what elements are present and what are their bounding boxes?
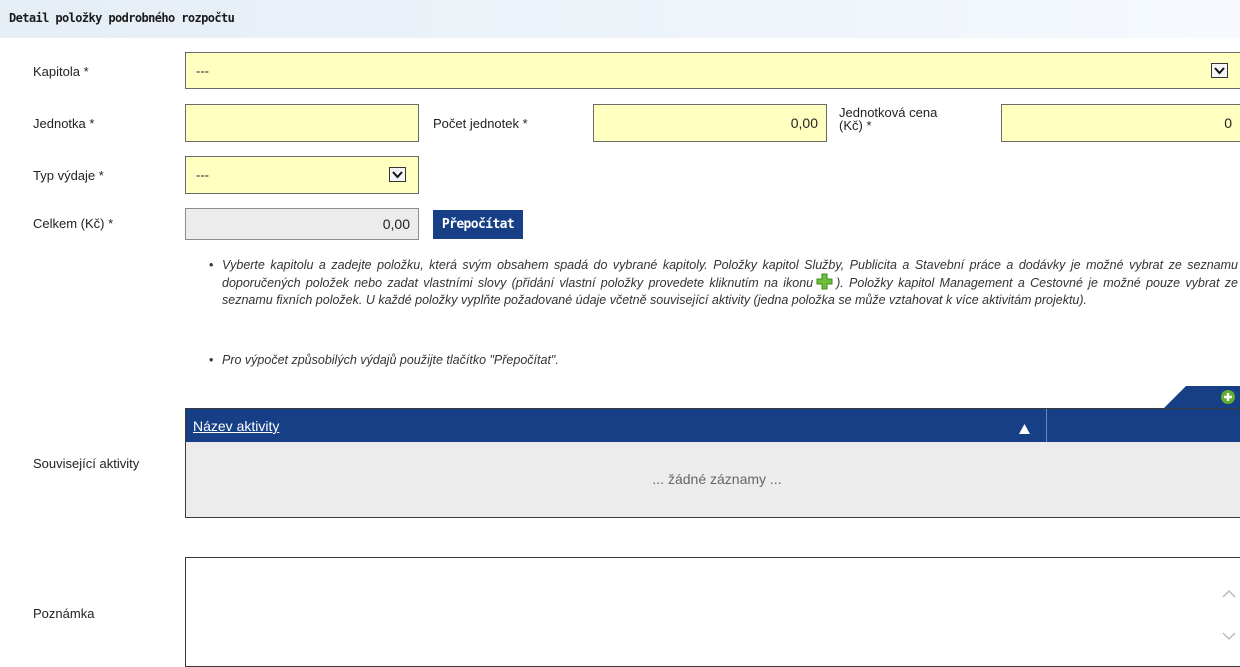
kapitola-value: --- [196, 63, 209, 78]
cena-input[interactable]: 0 [1001, 104, 1240, 142]
aktivity-label: Související aktivity [33, 456, 140, 471]
cena-label-line2: (Kč) * [839, 118, 872, 133]
section-header: Detail položky podrobného rozpočtu [0, 0, 1240, 38]
triangle-up-icon[interactable] [1019, 422, 1030, 437]
grid-header: Název aktivity [186, 409, 1240, 442]
help-list: Vyberte kapitolu a zadejte položku, kter… [209, 258, 1238, 307]
column-nazev-aktivity[interactable]: Název aktivity [193, 418, 279, 434]
pocet-value: 0,00 [790, 115, 818, 131]
jednotka-input[interactable] [185, 104, 419, 142]
celkem-label: Celkem (Kč) * [33, 216, 114, 231]
poznamka-textarea[interactable] [185, 557, 1240, 667]
cena-value: 0 [1224, 115, 1232, 131]
green-plus-icon [816, 273, 833, 294]
help-list-2: Pro výpočet způsobilých výdajů použijte … [209, 353, 1238, 368]
pocet-input[interactable]: 0,00 [593, 104, 827, 142]
help-bullet-1: Vyberte kapitolu a zadejte položku, kter… [209, 258, 1238, 307]
add-activity-tab[interactable] [1164, 386, 1240, 408]
column-separator [1046, 409, 1047, 442]
scroll-up-icon[interactable] [1222, 586, 1236, 601]
chevron-down-icon[interactable] [389, 167, 406, 182]
pocet-label: Počet jednotek * [433, 116, 528, 131]
typ-value: --- [196, 167, 209, 183]
jednotka-label: Jednotka * [33, 116, 95, 131]
chevron-down-icon[interactable] [1211, 63, 1228, 78]
prepocitat-button[interactable]: Přepočítat [433, 210, 523, 239]
help-bullet-2: Pro výpočet způsobilých výdajů použijte … [209, 353, 1238, 368]
celkem-value: 0,00 [382, 216, 410, 232]
section-title: Detail položky podrobného rozpočtu [9, 11, 235, 25]
cena-label: Jednotková cena (Kč) * [839, 106, 937, 132]
celkem-input: 0,00 [185, 208, 419, 240]
poznamka-label: Poznámka [33, 606, 95, 621]
kapitola-label: Kapitola * [33, 64, 89, 79]
scroll-down-icon[interactable] [1222, 629, 1236, 644]
activities-grid: Název aktivity ... žádné záznamy ... [185, 408, 1240, 518]
typ-label: Typ výdaje * [33, 168, 104, 183]
kapitola-select[interactable]: --- [185, 52, 1240, 89]
empty-records: ... žádné záznamy ... [652, 471, 782, 487]
typ-select[interactable]: --- [185, 156, 419, 194]
